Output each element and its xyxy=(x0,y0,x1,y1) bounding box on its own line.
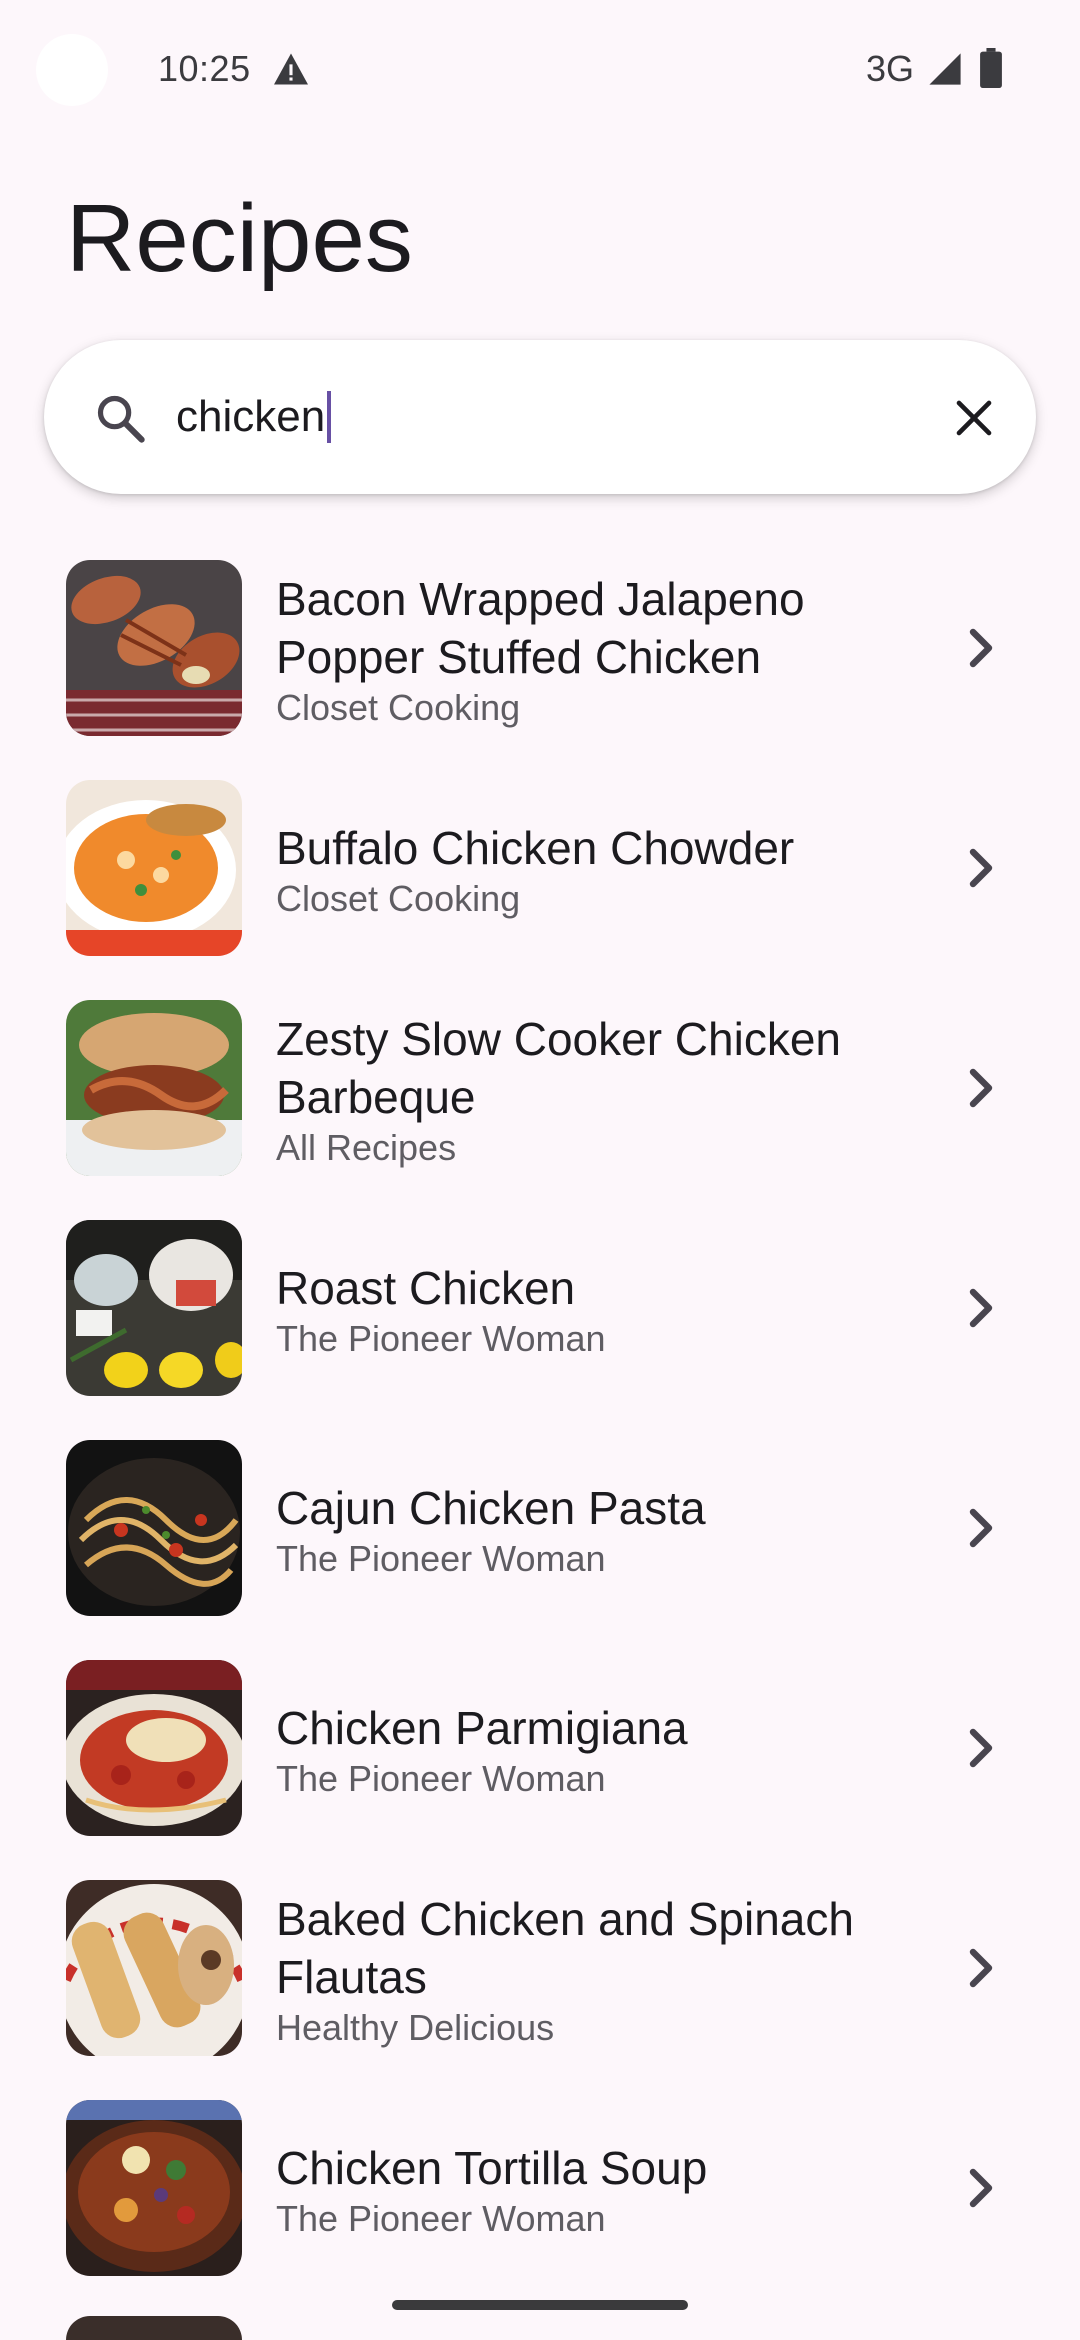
recipe-list-item[interactable]: Chicken Tortilla Soup The Pioneer Woman xyxy=(0,2080,1080,2300)
status-time: 10:25 xyxy=(158,48,251,89)
recipe-list-item[interactable]: Roast Chicken The Pioneer Woman xyxy=(0,1200,1080,1420)
recipe-source: Healthy Delicious xyxy=(276,2007,555,2048)
recipe-list-item[interactable]: Cajun Chicken Pasta The Pioneer Woman xyxy=(0,1420,1080,1640)
status-bar: 10:25 3G xyxy=(0,0,1080,140)
recipe-title: Cajun Chicken Pasta xyxy=(276,1482,706,1534)
recipe-text: Roast Chicken The Pioneer Woman xyxy=(276,1200,916,1420)
recipe-list-item[interactable]: Zesty Slow Cooker Chicken Barbeque All R… xyxy=(0,980,1080,1200)
camera-cutout xyxy=(36,34,108,106)
recipe-title: Chicken Parmigiana xyxy=(276,1702,688,1754)
network-type: 3G xyxy=(866,48,915,89)
battery-icon xyxy=(980,48,1002,88)
recipe-source: The Pioneer Woman xyxy=(276,1758,606,1799)
recipe-source: Closet Cooking xyxy=(276,878,521,919)
chevron-right-icon xyxy=(969,2168,993,2208)
recipe-title: Roast Chicken xyxy=(276,1262,576,1314)
chevron-right-icon xyxy=(969,1728,993,1768)
chevron-right-icon xyxy=(969,848,993,888)
recipe-list-item[interactable]: Baked Chicken and Spinach Flautas Health… xyxy=(0,1860,1080,2080)
recipe-source: The Pioneer Woman xyxy=(276,2198,606,2239)
chevron-right-icon xyxy=(969,1508,993,1548)
recipe-text: Buffalo Chicken Chowder Closet Cooking xyxy=(276,760,916,980)
recipe-source: All Recipes xyxy=(276,1127,457,1168)
recipe-source: The Pioneer Woman xyxy=(276,1318,606,1359)
search-icon xyxy=(97,395,145,443)
recipe-thumbnail xyxy=(66,1440,242,1616)
search-input-text: chicken xyxy=(176,392,326,441)
chevron-right-icon xyxy=(969,1948,993,1988)
recipe-source: Closet Cooking xyxy=(276,687,521,728)
home-indicator[interactable] xyxy=(392,2300,688,2310)
clear-search-button[interactable] xyxy=(936,380,1012,456)
recipe-list-item[interactable]: Bacon Wrapped Jalapeno Popper Stuffed Ch… xyxy=(0,540,1080,760)
recipe-title: Zesty Slow Cooker Chicken Barbeque xyxy=(276,1013,841,1123)
search-bar[interactable]: chicken xyxy=(44,340,1036,494)
chevron-right-icon xyxy=(969,1288,993,1328)
close-icon xyxy=(956,400,992,436)
recipe-text: Chicken Tortilla Soup The Pioneer Woman xyxy=(276,2080,916,2300)
recipe-thumbnail xyxy=(66,1660,242,1836)
recipe-title: Chicken Tortilla Soup xyxy=(276,2142,708,2194)
recipe-title: Buffalo Chicken Chowder xyxy=(276,822,795,874)
recipe-text: Chicken Parmigiana The Pioneer Woman xyxy=(276,1640,916,1860)
signal-icon xyxy=(929,53,961,85)
recipe-text: Zesty Slow Cooker Chicken Barbeque All R… xyxy=(276,980,916,1200)
recipe-title: Baked Chicken and Spinach Flautas xyxy=(276,1893,854,2003)
recipe-list-item[interactable]: Chicken Parmigiana The Pioneer Woman xyxy=(0,1640,1080,1860)
search-input[interactable]: chicken xyxy=(176,384,332,450)
text-caret xyxy=(327,391,332,443)
recipe-list-item[interactable]: Buffalo Chicken Chowder Closet Cooking xyxy=(0,760,1080,980)
recipe-thumbnail xyxy=(66,780,242,956)
recipe-thumbnail xyxy=(66,1220,242,1396)
recipe-thumbnail xyxy=(66,2100,242,2276)
page-title: Recipes xyxy=(66,185,413,292)
screen: 10:25 3G Recipes chicken Bacon Wrapped J… xyxy=(0,0,1080,2340)
chevron-right-icon xyxy=(969,1068,993,1108)
recipe-thumbnail-partial xyxy=(66,2316,242,2340)
recipe-thumbnail xyxy=(66,1880,242,2056)
recipe-thumbnail xyxy=(66,1000,242,1176)
recipe-title: Bacon Wrapped Jalapeno Popper Stuffed Ch… xyxy=(276,573,805,683)
warning-icon xyxy=(274,53,308,85)
recipe-text: Cajun Chicken Pasta The Pioneer Woman xyxy=(276,1420,916,1640)
chevron-right-icon xyxy=(969,628,993,668)
recipe-source: The Pioneer Woman xyxy=(276,1538,606,1579)
recipe-text: Baked Chicken and Spinach Flautas Health… xyxy=(276,1860,916,2080)
recipe-text: Bacon Wrapped Jalapeno Popper Stuffed Ch… xyxy=(276,540,916,760)
recipe-thumbnail xyxy=(66,560,242,736)
